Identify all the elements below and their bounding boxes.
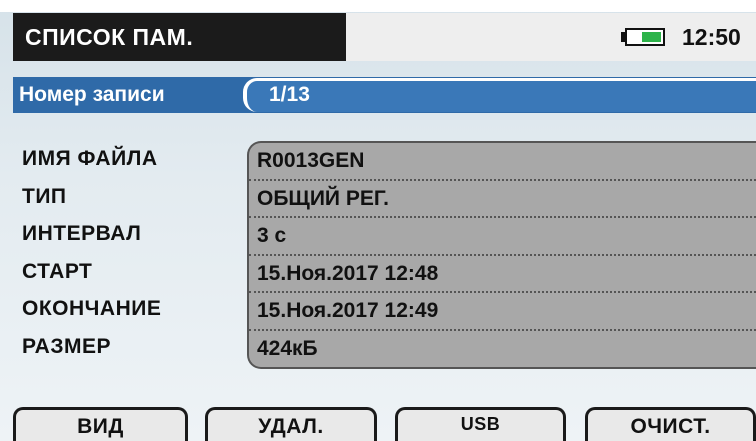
top-border — [0, 0, 756, 12]
record-number-label: Номер записи — [19, 83, 165, 106]
record-number-field[interactable]: 1/13 — [243, 78, 756, 112]
delete-button[interactable]: УДАЛ. — [205, 407, 377, 441]
value-type: ОБЩИЙ РЕГ. — [249, 181, 756, 219]
value-file-name: R0013GEN — [249, 143, 756, 181]
view-button[interactable]: ВИД — [13, 407, 188, 441]
label-type: ТИП — [22, 184, 67, 208]
record-number-value: 1/13 — [269, 83, 310, 106]
label-start: СТАРТ — [22, 259, 93, 283]
info-labels: ИМЯ ФАЙЛА ТИП ИНТЕРВАЛ СТАРТ ОКОНЧАНИЕ Р… — [22, 145, 161, 371]
record-selector-row[interactable]: Номер записи 1/13 — [13, 77, 756, 113]
battery-icon — [621, 28, 669, 46]
label-interval: ИНТЕРВАЛ — [22, 222, 142, 246]
value-size: 424кБ — [257, 336, 318, 360]
clock-time: 12:50 — [682, 24, 741, 50]
clear-button[interactable]: ОЧИСТ. — [585, 407, 756, 441]
battery-body — [625, 28, 665, 46]
value-end: 15.Ноя.2017 12:49 — [249, 293, 756, 331]
header-bar: СПИСОК ПАМ. 12:50 — [13, 13, 756, 61]
device-screen: СПИСОК ПАМ. 12:50 Номер записи 1/13 ИМЯ … — [0, 0, 756, 441]
page-title: СПИСОК ПАМ. — [13, 13, 346, 61]
battery-level-fill — [641, 32, 661, 42]
value-start: 15.Ноя.2017 12:48 — [249, 256, 756, 294]
status-area: 12:50 — [346, 13, 756, 61]
usb-button[interactable]: USB — [395, 407, 566, 441]
value-interval: 3 с — [249, 218, 756, 256]
label-end: ОКОНЧАНИЕ — [22, 297, 162, 321]
info-values-panel: R0013GEN ОБЩИЙ РЕГ. 3 с 15.Ноя.2017 12:4… — [247, 141, 756, 369]
label-file-name: ИМЯ ФАЙЛА — [22, 147, 158, 170]
label-size: РАЗМЕР — [22, 334, 111, 358]
